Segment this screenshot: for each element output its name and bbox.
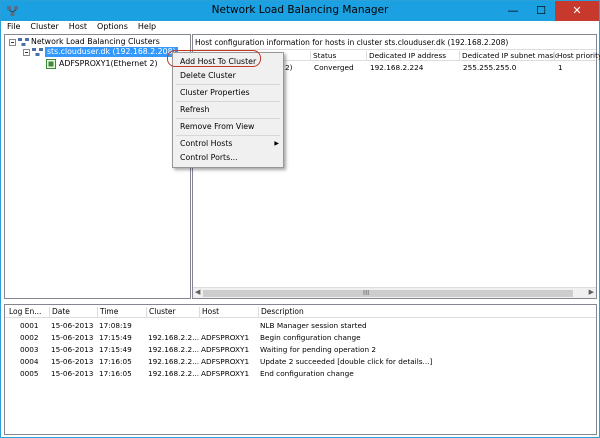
log-cluster: 192.168.2.2... (148, 369, 200, 378)
tree-host-node[interactable]: ADFSPROXY1(Ethernet 2) (59, 59, 158, 69)
table-row[interactable]: 0004 15-06-2013 17:16:05 192.168.2.2... ADFS… (5, 356, 596, 367)
log-host: ADFSPROXY1 (201, 357, 250, 366)
log-description: Begin configuration change (260, 333, 361, 342)
menu-file[interactable]: File (3, 21, 24, 33)
menu-item-label: Refresh (180, 105, 210, 114)
row-ip: 192.168.2.224 (370, 63, 424, 72)
log-time: 17:16:05 (99, 369, 132, 378)
log-date: 15-06-2013 (51, 369, 94, 378)
table-row[interactable]: 0002 15-06-2013 17:15:49 192.168.2.2... ADFS… (5, 332, 596, 343)
log-time: 17:15:49 (99, 333, 132, 342)
tree-collapse-icon[interactable] (23, 49, 30, 56)
table-row[interactable]: 0003 15-06-2013 17:15:49 192.168.2.2... ADFS… (5, 344, 596, 355)
log-date: 15-06-2013 (51, 345, 94, 354)
menu-item-label: Delete Cluster (180, 71, 236, 80)
host-config-info: Host configuration information for hosts… (195, 38, 509, 47)
row-priority: 1 (558, 63, 563, 72)
menu-separator (176, 118, 280, 119)
log-date: 15-06-2013 (51, 357, 94, 366)
log-host: ADFSPROXY1 (201, 333, 250, 342)
log-cluster: 192.168.2.2... (148, 357, 200, 366)
menu-separator (176, 101, 280, 102)
col-cluster[interactable]: Cluster (146, 307, 176, 317)
highlight-ring (167, 50, 261, 67)
col-dedicated-ip[interactable]: Dedicated IP address (366, 51, 446, 61)
cluster-context-menu: Add Host To Cluster Delete Cluster Clust… (172, 52, 284, 168)
host-icon (46, 59, 56, 69)
menu-item-label: Remove From View (180, 122, 255, 131)
menu-item-label: Control Hosts (180, 139, 233, 148)
log-description: NLB Manager session started (260, 321, 367, 330)
col-description[interactable]: Description (258, 307, 304, 317)
log-description: End configuration change (260, 369, 354, 378)
log-id: 0005 (20, 369, 39, 378)
log-id: 0003 (20, 345, 39, 354)
log-id: 0001 (20, 321, 39, 330)
submenu-arrow-icon: ▶ (274, 140, 279, 147)
menu-bar: File Cluster Host Options Help (1, 21, 599, 34)
log-host: ADFSPROXY1 (201, 369, 250, 378)
log-id: 0004 (20, 357, 39, 366)
menu-options[interactable]: Options (93, 21, 132, 33)
minimize-button[interactable]: — (499, 1, 527, 21)
log-date: 15-06-2013 (51, 321, 94, 330)
log-cluster: 192.168.2.2... (148, 345, 200, 354)
col-time[interactable]: Time (97, 307, 118, 317)
menu-item-remove-from-view[interactable]: Remove From View (173, 120, 283, 133)
menu-item-label: Control Ports... (180, 153, 238, 162)
scroll-right-icon[interactable]: ▶ (589, 288, 594, 296)
tree-root-node[interactable]: Network Load Balancing Clusters (31, 37, 160, 47)
cluster-tree[interactable]: Network Load Balancing Clusters sts.clou… (4, 34, 191, 299)
maximize-button[interactable]: ☐ (527, 1, 555, 21)
menu-item-label: Cluster Properties (180, 88, 250, 97)
col-subnet-mask[interactable]: Dedicated IP subnet mask (459, 51, 557, 61)
log-id: 0002 (20, 333, 39, 342)
col-host[interactable]: Host (199, 307, 219, 317)
cluster-icon (32, 48, 43, 56)
tree-collapse-icon[interactable] (9, 39, 16, 46)
menu-host[interactable]: Host (65, 21, 91, 33)
log-table-header: Log En... Date Time Cluster Host Descrip… (5, 305, 596, 318)
log-date: 15-06-2013 (51, 333, 94, 342)
menu-cluster[interactable]: Cluster (26, 21, 62, 33)
log-description: Update 2 succeeded [double click for det… (260, 357, 433, 366)
scroll-thumb[interactable] (203, 290, 573, 297)
app-window: Network Load Balancing Manager — ☐ ✕ Fil… (0, 0, 600, 438)
menu-item-delete-cluster[interactable]: Delete Cluster (173, 69, 283, 82)
scroll-left-icon[interactable]: ◀ (195, 288, 200, 296)
row-status: Converged (314, 63, 354, 72)
log-time: 17:08:19 (99, 321, 132, 330)
col-host-priority[interactable]: Host priority (554, 51, 600, 61)
log-host: ADFSPROXY1 (201, 345, 250, 354)
menu-item-control-ports[interactable]: Control Ports... (173, 151, 283, 164)
clusters-root-icon (18, 38, 29, 46)
menu-separator (176, 135, 280, 136)
menu-separator (176, 84, 280, 85)
horizontal-scrollbar[interactable]: ◀ III ▶ (193, 287, 596, 298)
title-bar[interactable]: Network Load Balancing Manager — ☐ ✕ (1, 1, 599, 21)
log-cluster: 192.168.2.2... (148, 333, 200, 342)
tree-cluster-node[interactable]: sts.clouduser.dk (192.168.2.208) (45, 47, 178, 57)
log-description: Waiting for pending operation 2 (260, 345, 377, 354)
log-time: 17:16:05 (99, 357, 132, 366)
scroll-grip: III (363, 289, 370, 297)
menu-item-cluster-properties[interactable]: Cluster Properties (173, 86, 283, 99)
menu-help[interactable]: Help (134, 21, 160, 33)
table-row[interactable]: 0005 15-06-2013 17:16:05 192.168.2.2... ADFS… (5, 368, 596, 379)
table-row[interactable]: 0001 15-06-2013 17:08:19 NLB Manager sessio… (5, 320, 596, 331)
row-host-partial: 2) (285, 63, 293, 72)
menu-item-refresh[interactable]: Refresh (173, 103, 283, 116)
col-status[interactable]: Status (310, 51, 336, 61)
col-log-entry[interactable]: Log En... (7, 307, 41, 317)
close-button[interactable]: ✕ (555, 1, 599, 21)
log-pane[interactable]: Log En... Date Time Cluster Host Descrip… (4, 304, 597, 435)
col-date[interactable]: Date (49, 307, 70, 317)
menu-item-control-hosts[interactable]: Control Hosts ▶ (173, 137, 283, 150)
log-time: 17:15:49 (99, 345, 132, 354)
row-mask: 255.255.255.0 (463, 63, 517, 72)
